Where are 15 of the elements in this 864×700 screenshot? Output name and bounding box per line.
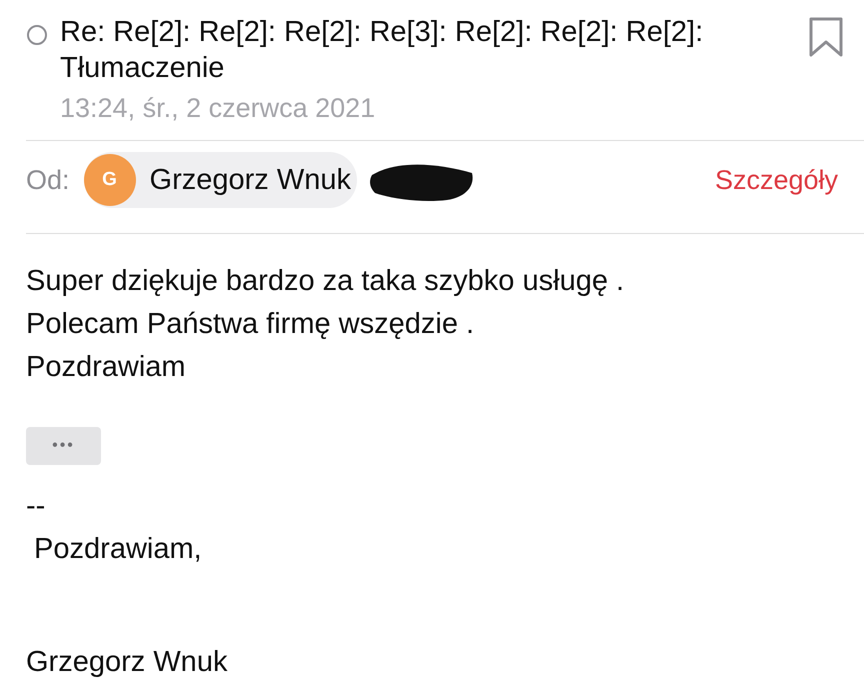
signature-separator: -- xyxy=(26,489,46,524)
email-date: 13:24, śr., 2 czerwca 2021 xyxy=(60,92,376,125)
show-more-button[interactable]: ••• xyxy=(26,427,101,465)
message-text: Super dziękuje bardzo za taka szybko usługę . xyxy=(26,264,626,299)
signature-greeting: Pozdrawiam, xyxy=(33,532,203,567)
avatar-initial: G xyxy=(84,154,136,206)
message-text: Pozdrawiam xyxy=(26,350,187,385)
unread-circle-icon[interactable] xyxy=(26,24,48,46)
details-link[interactable]: Szczegóły xyxy=(714,164,838,196)
from-label: Od: xyxy=(26,164,70,196)
message-text: Polecam Państwa firmę wszędzie . xyxy=(26,307,476,342)
sender-chip[interactable]: G Grzegorz Wnuk xyxy=(84,152,357,208)
bookmark-icon[interactable] xyxy=(808,16,844,58)
email-subject: Re: Re[2]: Re[2]: Re[2]: Re[3]: Re[2]: Re[2]: Re[2]: Tłumaczenie xyxy=(60,15,704,86)
signature-name: Grzegorz Wnuk xyxy=(26,645,228,680)
